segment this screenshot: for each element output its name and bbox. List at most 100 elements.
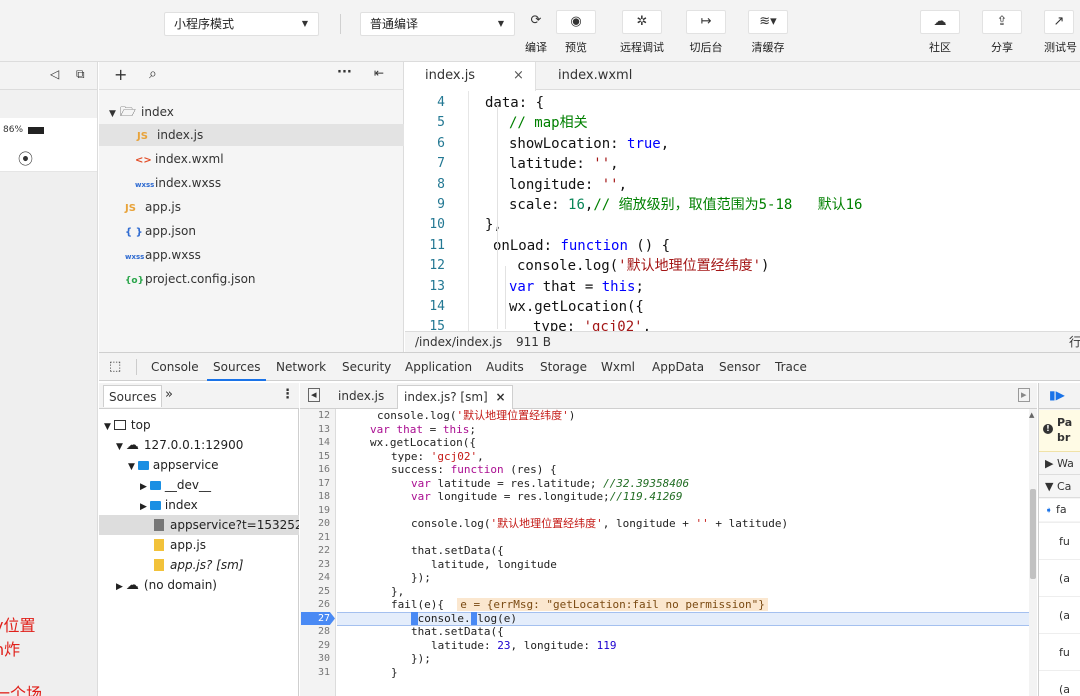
vertical-scrollbar[interactable]: ▲ <box>1029 409 1037 696</box>
source-tab-index-js[interactable]: index.js <box>332 383 390 409</box>
more-icon[interactable]: ··· <box>337 65 352 80</box>
line-number: 20 <box>317 518 330 529</box>
close-icon[interactable]: × <box>513 62 524 90</box>
divider <box>340 14 341 34</box>
scroll-up-icon[interactable]: ▲ <box>1029 411 1034 419</box>
tree-folder-index[interactable]: ▼ 🗁 index <box>109 101 399 123</box>
tree-file-index-wxss[interactable]: wxssindex.wxss <box>135 172 395 194</box>
call-frame[interactable]: (a <box>1039 596 1080 633</box>
tab-wxml[interactable]: Wxml <box>601 353 635 381</box>
phone-status-bar: 86% <box>0 118 97 144</box>
community-label: 社区 <box>929 41 951 54</box>
tab-sources[interactable]: Sources <box>207 353 267 381</box>
tree-row-app-js-sm[interactable]: app.js? [sm] <box>154 555 243 575</box>
code-line: scale: 16,// 缩放级别，取值范围为5-18 默认16 <box>509 197 863 213</box>
window-icon[interactable]: ⧉ <box>76 67 85 82</box>
source-tab-index-js-sm[interactable]: index.js? [sm] × <box>397 385 513 409</box>
tree-file-index-wxml[interactable]: <> index.wxml <box>135 148 395 170</box>
caret-down-icon: ▼ <box>104 422 111 432</box>
tree-item-label: app.wxss <box>145 248 201 262</box>
preview-button[interactable]: ◉ 预览 <box>556 10 596 58</box>
tree-row-index[interactable]: ▶ index <box>140 495 198 515</box>
simulator-panel: ◁ ⧉ 86% ⦿ y位置 n炸 一个场 <box>0 62 98 696</box>
inspect-icon[interactable]: ⬚ <box>109 359 121 374</box>
mode-select[interactable]: 小程序模式 ▼ <box>164 12 319 36</box>
js-file-icon: JS <box>125 203 136 214</box>
more-tabs-icon[interactable]: » <box>165 387 173 402</box>
line-number: 12 <box>317 410 330 421</box>
call-frame[interactable]: fu <box>1039 633 1080 670</box>
call-frame[interactable]: (a <box>1039 559 1080 596</box>
speaker-icon[interactable]: ◁ <box>50 67 59 81</box>
tree-row-appservice-file[interactable]: appservice?t=15325246 <box>99 515 299 535</box>
tree-row-no-domain[interactable]: ▶ ☁ (no domain) <box>116 575 217 595</box>
tab-security[interactable]: Security <box>342 353 391 381</box>
search-icon[interactable]: ⌕ <box>149 66 157 82</box>
tree-file-app-js[interactable]: JS app.js <box>125 196 385 218</box>
community-button[interactable]: ☁ 社区 <box>920 10 960 58</box>
collapse-panel-icon[interactable]: ⇤ <box>374 66 384 80</box>
test-account-button[interactable]: ↗ 测试号 <box>1040 10 1080 58</box>
tree-row-appservice[interactable]: ▼ appservice <box>128 455 219 475</box>
line-number: 19 <box>317 504 330 516</box>
compile-select[interactable]: 普通编译 ▼ <box>360 12 515 36</box>
call-frame[interactable]: fu <box>1039 522 1080 559</box>
tree-item-label: (no domain) <box>143 578 217 592</box>
tab-network[interactable]: Network <box>276 353 326 381</box>
config-file-icon: {o} <box>125 276 144 286</box>
resume-icon[interactable]: ▮▶ <box>1049 388 1065 402</box>
debugger-toolbar: ▮▶ <box>1039 383 1080 409</box>
caret-right-icon: ▶ <box>116 582 123 592</box>
share-button[interactable]: ⇪ 分享 <box>982 10 1022 58</box>
add-icon[interactable]: + <box>114 65 127 84</box>
code-line: ▸console.▸log(e) <box>411 611 517 625</box>
preview-label: 预览 <box>565 41 587 54</box>
tree-item-label: appservice?t=15325246 <box>170 518 299 532</box>
paused-text: Pa <box>1057 416 1073 429</box>
tab-storage[interactable]: Storage <box>540 353 587 381</box>
code-line: latitude, longitude <box>431 557 557 571</box>
info-icon: ! <box>1043 424 1053 434</box>
tree-row-host[interactable]: ▼ ☁ 127.0.0.1:12900 <box>116 435 243 455</box>
remote-debug-button[interactable]: ✲ 远程调试 <box>620 10 664 58</box>
record-icon[interactable]: ⦿ <box>18 148 33 169</box>
tree-row-app-js[interactable]: app.js <box>154 535 206 555</box>
tree-file-project-config[interactable]: {o}project.config.json <box>125 268 385 290</box>
editor-tab-index-js[interactable]: index.js × <box>405 62 536 91</box>
tree-file-app-json[interactable]: { } app.json <box>125 220 385 242</box>
tab-trace[interactable]: Trace <box>775 353 807 381</box>
code-line: console.log('默认地理位置经纬度', longitude + '' … <box>411 517 789 530</box>
toggle-navigator-icon[interactable]: ◂ <box>308 388 320 402</box>
close-icon[interactable]: × <box>496 390 506 404</box>
debugger-sidebar: ▮▶ ! Pa br ▶ Wa ▼ Ca ➧ fa fu (a (a fu (a <box>1038 383 1080 696</box>
tree-row-dev[interactable]: ▶ __dev__ <box>140 475 211 495</box>
cursor-position: 行 <box>1069 335 1080 349</box>
tab-sensor[interactable]: Sensor <box>719 353 760 381</box>
tab-audits[interactable]: Audits <box>486 353 524 381</box>
tree-file-app-wxss[interactable]: wxssapp.wxss <box>125 244 385 266</box>
tree-item-label: project.config.json <box>145 272 256 286</box>
call-frame[interactable]: ➧ fa <box>1039 499 1080 521</box>
sources-code-area[interactable]: console.log('默认地理位置经纬度') var that = this… <box>337 409 1029 696</box>
tab-console[interactable]: Console <box>151 353 199 381</box>
code-line: }, <box>391 584 405 598</box>
toggle-debugger-icon[interactable]: ▸ <box>1018 388 1030 402</box>
navigator-tab-sources[interactable]: Sources <box>103 385 163 407</box>
section-label: Wa <box>1056 457 1074 470</box>
editor-tab-index-wxml[interactable]: index.wxml <box>558 62 678 90</box>
tree-row-top[interactable]: ▼ top <box>104 415 151 435</box>
tree-file-index-js[interactable]: JS index.js <box>99 124 404 146</box>
main-toolbar: 小程序模式 ▼ 普通编译 ▼ ⟳ 编译 ◉ 预览 ✲ 远程调试 ↦ 切后台 ≋▾… <box>0 0 1080 62</box>
background-button[interactable]: ↦ 切后台 <box>686 10 726 58</box>
code-line: var latitude = res.latitude; //32.393584… <box>411 476 690 490</box>
current-frame-icon: ➧ <box>1045 506 1053 516</box>
call-stack-section[interactable]: ▼ Ca <box>1039 476 1080 498</box>
tab-appdata[interactable]: AppData <box>652 353 704 381</box>
code-area[interactable]: data: { // map相关 showLocation: true, lat… <box>405 91 1080 331</box>
tab-application[interactable]: Application <box>405 353 472 381</box>
kebab-menu-icon[interactable]: ⋮ <box>281 387 294 402</box>
watch-section[interactable]: ▶ Wa <box>1039 453 1080 475</box>
scrollbar-thumb[interactable] <box>1030 489 1036 579</box>
clear-cache-button[interactable]: ≋▾ 清缓存 <box>748 10 788 58</box>
call-frame[interactable]: (a <box>1039 670 1080 696</box>
